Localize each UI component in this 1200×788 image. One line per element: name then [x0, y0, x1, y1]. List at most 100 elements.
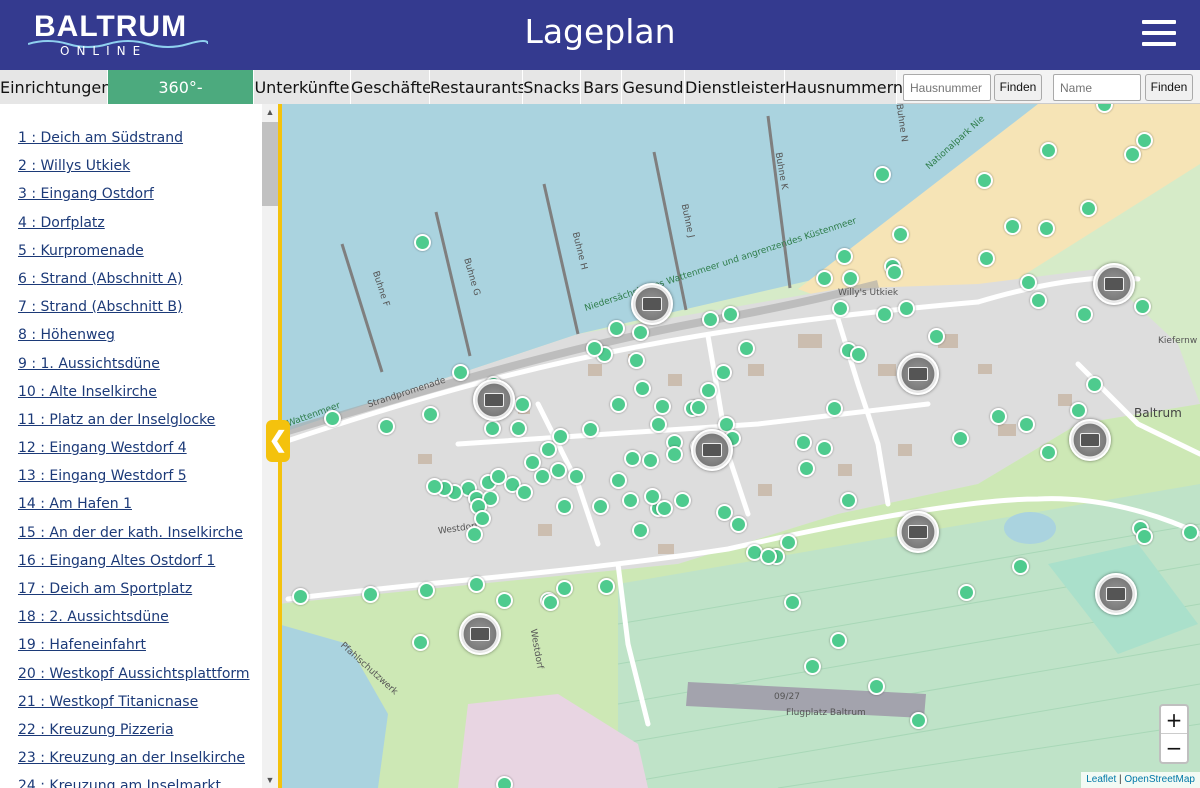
- tour-point-marker[interactable]: [1136, 132, 1153, 149]
- name-find-button[interactable]: Finden: [1145, 74, 1193, 101]
- tab-bars[interactable]: Bars: [581, 70, 622, 104]
- tour-point-marker[interactable]: [628, 352, 645, 369]
- tour-point-marker[interactable]: [876, 306, 893, 323]
- panorama-globe-icon[interactable]: [473, 379, 515, 421]
- tour-point-marker[interactable]: [1040, 444, 1057, 461]
- collapse-sidebar-icon[interactable]: ❮: [266, 420, 290, 462]
- tour-point-marker[interactable]: [730, 516, 747, 533]
- tour-point-marker[interactable]: [690, 399, 707, 416]
- tour-point-marker[interactable]: [632, 324, 649, 341]
- tour-point-marker[interactable]: [898, 300, 915, 317]
- tour-point-marker[interactable]: [1134, 298, 1151, 315]
- tour-list-item[interactable]: 10 : Alte Inselkirche: [18, 384, 250, 412]
- tour-point-marker[interactable]: [586, 340, 603, 357]
- tab-inselrundgang[interactable]: 360°-Inselrundgang: [108, 70, 254, 133]
- hamburger-icon[interactable]: [1142, 20, 1176, 48]
- tour-point-marker[interactable]: [1004, 218, 1021, 235]
- tour-point-marker[interactable]: [722, 306, 739, 323]
- tour-point-marker[interactable]: [738, 340, 755, 357]
- tour-list-item[interactable]: 12 : Eingang Westdorf 4: [18, 440, 250, 468]
- tour-point-marker[interactable]: [642, 452, 659, 469]
- tab-hausnummern[interactable]: Hausnummern: [785, 70, 903, 104]
- tour-point-marker[interactable]: [958, 584, 975, 601]
- tour-point-marker[interactable]: [292, 588, 309, 605]
- tour-point-marker[interactable]: [550, 462, 567, 479]
- zoom-out-button[interactable]: −: [1161, 734, 1187, 762]
- name-input[interactable]: [1053, 74, 1141, 101]
- tour-point-marker[interactable]: [496, 776, 513, 788]
- osm-link[interactable]: OpenStreetMap: [1124, 774, 1195, 785]
- tour-list-item[interactable]: 5 : Kurpromenade: [18, 243, 250, 271]
- island-map[interactable]: Buhne F Buhne G Buhne H Buhne J Buhne K …: [278, 104, 1200, 788]
- tour-point-marker[interactable]: [598, 578, 615, 595]
- tab-unterkuenfte[interactable]: Unterkünfte: [254, 70, 351, 104]
- tour-point-marker[interactable]: [422, 406, 439, 423]
- tour-point-marker[interactable]: [474, 510, 491, 527]
- tour-list-item[interactable]: 9 : 1. Aussichtsdüne: [18, 356, 250, 384]
- tour-point-marker[interactable]: [1080, 200, 1097, 217]
- tour-point-marker[interactable]: [426, 478, 443, 495]
- tour-list-item[interactable]: 22 : Kreuzung Pizzeria: [18, 722, 250, 750]
- tour-point-marker[interactable]: [836, 248, 853, 265]
- tour-list-item[interactable]: 19 : Hafeneinfahrt: [18, 637, 250, 665]
- tour-point-marker[interactable]: [760, 548, 777, 565]
- tour-point-marker[interactable]: [978, 250, 995, 267]
- tour-point-marker[interactable]: [624, 450, 641, 467]
- tour-list-item[interactable]: 3 : Eingang Ostdorf: [18, 186, 250, 214]
- tour-point-marker[interactable]: [816, 440, 833, 457]
- panorama-globe-icon[interactable]: [631, 283, 673, 325]
- tab-gesund[interactable]: Gesund: [622, 70, 685, 104]
- tour-point-marker[interactable]: [650, 416, 667, 433]
- tour-point-marker[interactable]: [534, 468, 551, 485]
- tour-point-marker[interactable]: [552, 428, 569, 445]
- tour-point-marker[interactable]: [666, 446, 683, 463]
- tour-point-marker[interactable]: [378, 418, 395, 435]
- tour-point-marker[interactable]: [656, 500, 673, 517]
- tour-point-marker[interactable]: [592, 498, 609, 515]
- tour-point-marker[interactable]: [886, 264, 903, 281]
- tour-point-marker[interactable]: [542, 594, 559, 611]
- map-canvas[interactable]: [278, 104, 1200, 788]
- tour-point-marker[interactable]: [892, 226, 909, 243]
- tour-list-item[interactable]: 14 : Am Hafen 1: [18, 496, 250, 524]
- tour-point-marker[interactable]: [524, 454, 541, 471]
- tour-point-marker[interactable]: [654, 398, 671, 415]
- tour-point-marker[interactable]: [674, 492, 691, 509]
- tab-restaurants[interactable]: Restaurants: [430, 70, 526, 104]
- tour-point-marker[interactable]: [910, 712, 927, 729]
- hausnummer-find-button[interactable]: Finden: [994, 74, 1042, 101]
- tour-point-marker[interactable]: [484, 420, 501, 437]
- panorama-globe-icon[interactable]: [1093, 263, 1135, 305]
- tour-point-marker[interactable]: [1076, 306, 1093, 323]
- tour-point-marker[interactable]: [496, 592, 513, 609]
- tour-point-marker[interactable]: [952, 430, 969, 447]
- tour-point-marker[interactable]: [832, 300, 849, 317]
- tour-point-marker[interactable]: [568, 468, 585, 485]
- tour-list-item[interactable]: 20 : Westkopf Aussichtsplattform: [18, 666, 250, 694]
- tour-list-item[interactable]: 15 : An der der kath. Inselkirche: [18, 525, 250, 553]
- hausnummer-input[interactable]: [903, 74, 991, 101]
- tour-point-marker[interactable]: [412, 634, 429, 651]
- tour-point-marker[interactable]: [716, 504, 733, 521]
- zoom-in-button[interactable]: +: [1161, 706, 1187, 734]
- tour-point-marker[interactable]: [1030, 292, 1047, 309]
- tab-geschaefte[interactable]: Geschäfte: [351, 70, 432, 104]
- tour-point-marker[interactable]: [1040, 142, 1057, 159]
- tour-point-marker[interactable]: [622, 492, 639, 509]
- tour-point-marker[interactable]: [850, 346, 867, 363]
- tour-point-marker[interactable]: [1124, 146, 1141, 163]
- tour-point-marker[interactable]: [928, 328, 945, 345]
- scroll-down-icon[interactable]: ▼: [262, 772, 278, 788]
- panorama-globe-icon[interactable]: [897, 353, 939, 395]
- panorama-globe-icon[interactable]: [691, 429, 733, 471]
- tour-point-marker[interactable]: [608, 320, 625, 337]
- tour-list-item[interactable]: 11 : Platz an der Inselglocke: [18, 412, 250, 440]
- tour-list-item[interactable]: 18 : 2. Aussichtsdüne: [18, 609, 250, 637]
- tab-einrichtungen[interactable]: Einrichtungen: [0, 70, 111, 104]
- tour-list-item[interactable]: 6 : Strand (Abschnitt A): [18, 271, 250, 299]
- tour-point-marker[interactable]: [540, 441, 557, 458]
- tour-point-marker[interactable]: [514, 396, 531, 413]
- tour-point-marker[interactable]: [610, 396, 627, 413]
- scroll-up-icon[interactable]: ▲: [262, 104, 278, 120]
- tab-snacks[interactable]: Snacks: [523, 70, 581, 104]
